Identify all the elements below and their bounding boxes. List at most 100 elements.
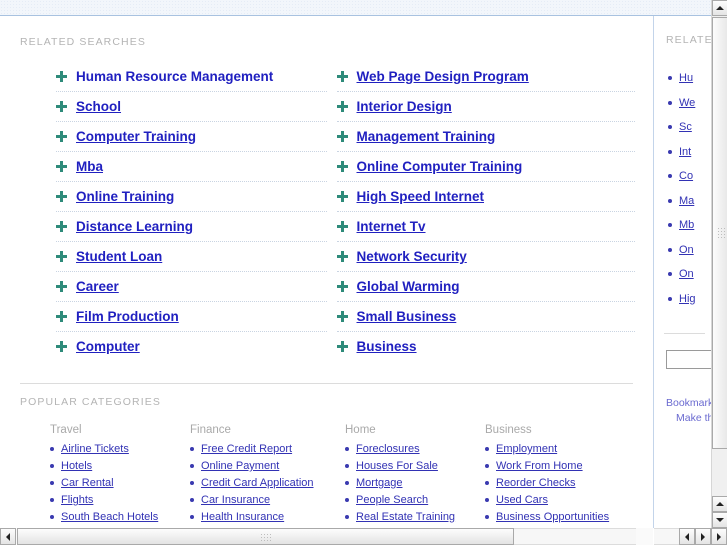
category-item[interactable]: Work From Home (485, 460, 640, 472)
related-search-link[interactable]: Interior Design (357, 99, 452, 114)
category-link[interactable]: Real Estate Training (356, 511, 455, 523)
category-item[interactable]: Foreclosures (345, 443, 485, 455)
category-link[interactable]: Mortgage (356, 477, 402, 489)
related-search-row[interactable]: Online Training (56, 182, 327, 212)
related-search-link[interactable]: Business (357, 339, 417, 354)
category-item[interactable]: Reorder Checks (485, 477, 640, 489)
side-scroll-left-button[interactable] (679, 528, 695, 545)
category-item[interactable]: Online Payment (190, 460, 345, 472)
related-search-row[interactable]: Computer (56, 332, 327, 361)
side-related-link[interactable]: Mb (679, 219, 694, 231)
side-list-item[interactable]: Ma (668, 189, 711, 214)
related-search-link[interactable]: Web Page Design Program (357, 69, 529, 84)
side-list-item[interactable]: Sc (668, 115, 711, 140)
category-item[interactable]: Real Estate Training (345, 511, 485, 523)
category-item[interactable]: Airline Tickets (50, 443, 190, 455)
related-search-row[interactable]: Small Business (336, 302, 635, 332)
category-item[interactable]: Hotels (50, 460, 190, 472)
category-link[interactable]: Flights (61, 494, 93, 506)
related-search-row[interactable]: Business (336, 332, 636, 361)
scroll-down-button[interactable] (712, 512, 727, 528)
side-list-item[interactable]: Hig (668, 287, 711, 312)
related-search-link[interactable]: Career (76, 279, 119, 294)
side-related-link[interactable]: Co (679, 170, 693, 182)
horizontal-scrollbar-main[interactable] (0, 528, 653, 545)
side-list-item[interactable]: Hu (668, 66, 711, 91)
vertical-scrollbar[interactable] (711, 0, 727, 528)
related-search-row[interactable]: Global Warming (336, 272, 635, 302)
horizontal-scroll-thumb[interactable] (17, 528, 514, 545)
related-search-row[interactable]: Online Computer Training (336, 152, 635, 182)
category-link[interactable]: Airline Tickets (61, 443, 129, 455)
category-link[interactable]: Health Insurance (201, 511, 284, 523)
related-search-row[interactable]: High Speed Internet (336, 182, 635, 212)
side-scroll-right-button[interactable] (695, 528, 711, 545)
side-list-item[interactable]: Int (668, 140, 711, 165)
related-search-link[interactable]: Mba (76, 159, 103, 174)
related-search-link[interactable]: Online Computer Training (357, 159, 523, 174)
related-search-link[interactable]: Internet Tv (357, 219, 426, 234)
side-list-item[interactable]: On (668, 238, 711, 263)
related-search-link[interactable]: Student Loan (76, 249, 162, 264)
side-related-link[interactable]: Hu (679, 72, 693, 84)
related-search-row[interactable]: Film Production (56, 302, 327, 332)
related-search-link[interactable]: Film Production (76, 309, 179, 324)
related-search-row[interactable]: Web Page Design Program (336, 62, 635, 92)
related-search-row[interactable]: Student Loan (56, 242, 327, 272)
category-item[interactable]: Employment (485, 443, 640, 455)
related-search-link[interactable]: Human Resource Management (76, 69, 273, 84)
horizontal-scrollbar-side[interactable] (654, 528, 711, 545)
category-link[interactable]: Work From Home (496, 460, 583, 472)
related-search-row[interactable]: Management Training (336, 122, 635, 152)
side-list-item[interactable]: We (668, 91, 711, 116)
search-input[interactable] (666, 350, 711, 369)
category-item[interactable]: South Beach Hotels (50, 511, 190, 523)
related-search-link[interactable]: Online Training (76, 189, 174, 204)
category-link[interactable]: Business Opportunities (496, 511, 609, 523)
side-related-link[interactable]: On (679, 268, 694, 280)
related-search-row[interactable]: Career (56, 272, 327, 302)
related-search-row[interactable]: Internet Tv (336, 212, 635, 242)
category-item[interactable]: Car Insurance (190, 494, 345, 506)
related-search-link[interactable]: Network Security (357, 249, 467, 264)
related-search-row[interactable]: School (56, 92, 327, 122)
category-item[interactable]: Used Cars (485, 494, 640, 506)
scroll-left-button[interactable] (0, 528, 16, 545)
category-item[interactable]: Car Rental (50, 477, 190, 489)
category-link[interactable]: People Search (356, 494, 428, 506)
related-search-link[interactable]: Small Business (357, 309, 457, 324)
category-item[interactable]: People Search (345, 494, 485, 506)
side-list-item[interactable]: Co (668, 164, 711, 189)
category-item[interactable]: Houses For Sale (345, 460, 485, 472)
side-related-link[interactable]: Hig (679, 293, 696, 305)
related-search-link[interactable]: Computer (76, 339, 140, 354)
category-item[interactable]: Credit Card Application (190, 477, 345, 489)
side-related-link[interactable]: Int (679, 146, 691, 158)
category-item[interactable]: Mortgage (345, 477, 485, 489)
category-link[interactable]: Free Credit Report (201, 443, 292, 455)
category-link[interactable]: Houses For Sale (356, 460, 438, 472)
category-link[interactable]: Employment (496, 443, 557, 455)
category-link[interactable]: Foreclosures (356, 443, 420, 455)
scroll-up-button-secondary[interactable] (712, 496, 727, 512)
side-related-link[interactable]: Sc (679, 121, 692, 133)
scroll-up-button[interactable] (712, 0, 727, 16)
related-search-row[interactable]: Computer Training (56, 122, 327, 152)
vertical-scroll-thumb[interactable] (712, 17, 727, 449)
side-related-link[interactable]: We (679, 97, 695, 109)
category-link[interactable]: South Beach Hotels (61, 511, 158, 523)
related-search-link[interactable]: Distance Learning (76, 219, 193, 234)
related-search-link[interactable]: School (76, 99, 121, 114)
related-search-link[interactable]: High Speed Internet (357, 189, 485, 204)
horizontal-scroll-track[interactable] (654, 528, 679, 545)
category-link[interactable]: Credit Card Application (201, 477, 314, 489)
related-search-row[interactable]: Distance Learning (56, 212, 327, 242)
related-search-row[interactable]: Mba (56, 152, 327, 182)
category-link[interactable]: Car Rental (61, 477, 114, 489)
side-related-link[interactable]: On (679, 244, 694, 256)
side-related-link[interactable]: Ma (679, 195, 694, 207)
related-search-row[interactable]: Network Security (336, 242, 635, 272)
scrollbar-corner-button[interactable] (711, 528, 727, 545)
category-link[interactable]: Reorder Checks (496, 477, 575, 489)
category-link[interactable]: Online Payment (201, 460, 279, 472)
